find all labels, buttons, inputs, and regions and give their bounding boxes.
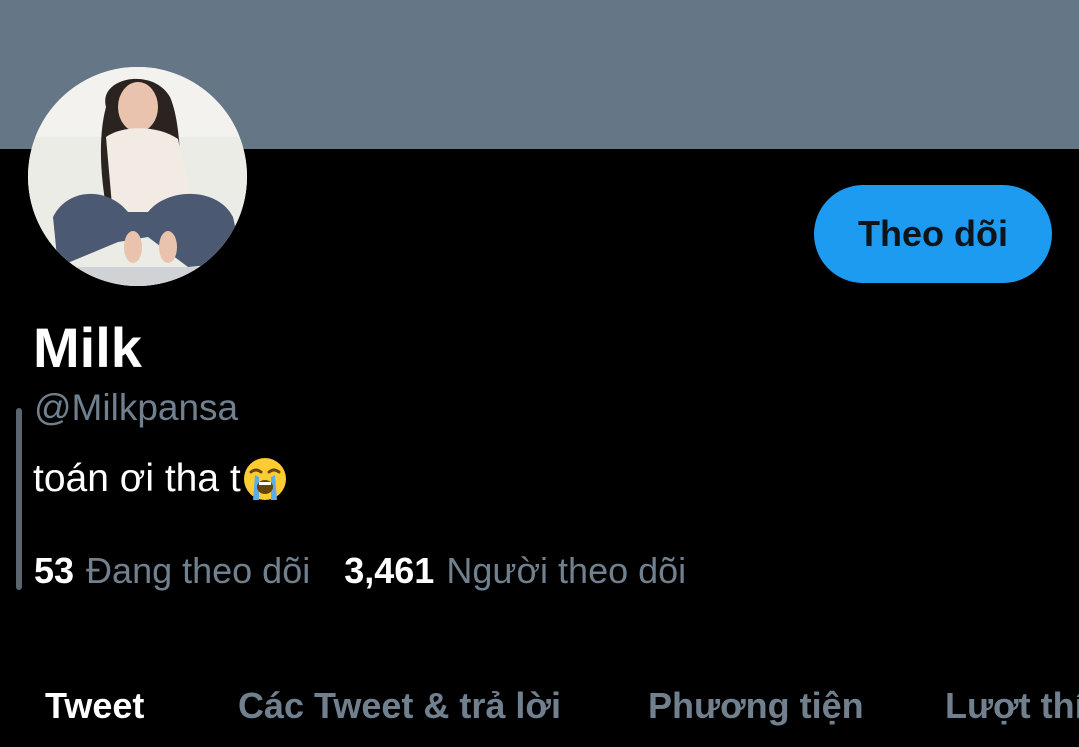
following-stat[interactable]: 53 Đang theo dõi xyxy=(34,550,310,592)
followers-stat[interactable]: 3,461 Người theo dõi xyxy=(344,550,686,592)
profile-tabs: Tweet Các Tweet & trả lời Phương tiện Lư… xyxy=(0,678,1079,734)
followers-count: 3,461 xyxy=(344,550,435,591)
profile-avatar[interactable] xyxy=(28,67,247,286)
tab-media[interactable]: Phương tiện xyxy=(648,678,864,734)
profile-page: Theo dõi Milk @Milkpansa toán ơi tha t 5… xyxy=(0,0,1079,747)
loudly-crying-face-emoji xyxy=(243,458,286,500)
avatar-photo xyxy=(28,67,247,286)
profile-stats: 53 Đang theo dõi 3,461 Người theo dõi xyxy=(34,549,686,593)
tab-likes[interactable]: Lượt thích xyxy=(945,678,1079,734)
follow-button[interactable]: Theo dõi xyxy=(814,185,1052,283)
following-label: Đang theo dõi xyxy=(86,550,311,591)
profile-display-name: Milk xyxy=(33,316,142,379)
tab-tweets-and-replies[interactable]: Các Tweet & trả lời xyxy=(238,678,561,734)
profile-bio: toán ơi tha t xyxy=(33,456,288,502)
scroll-indicator xyxy=(16,408,22,590)
bio-text: toán ơi tha t xyxy=(33,457,241,500)
tab-tweets[interactable]: Tweet xyxy=(45,678,144,734)
profile-handle: @Milkpansa xyxy=(34,387,239,428)
followers-label: Người theo dõi xyxy=(446,550,687,591)
following-count: 53 xyxy=(34,550,75,591)
